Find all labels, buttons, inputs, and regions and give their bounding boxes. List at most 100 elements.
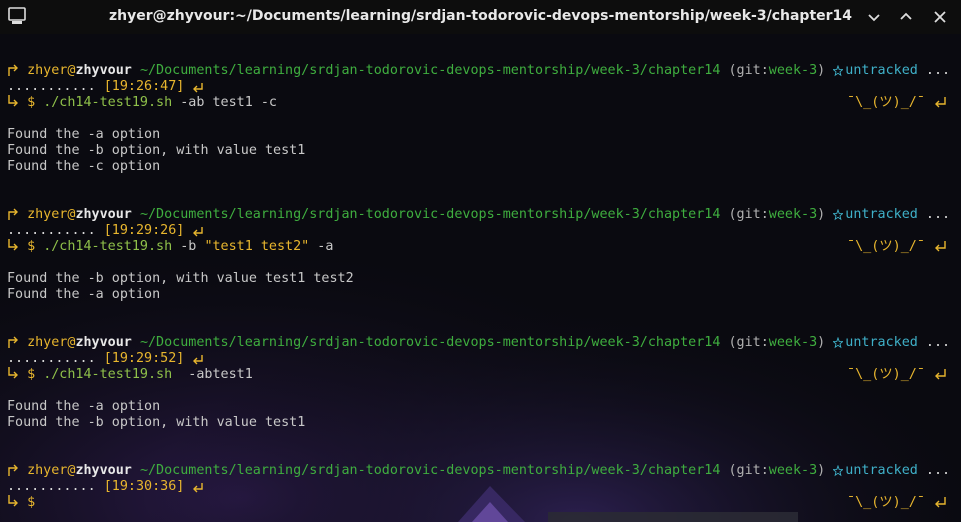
return-left-icon [192,223,204,237]
shrug-text: ¯\_(ツ)_/¯ [847,367,925,382]
corner-down-arrow-icon [7,239,19,253]
prompt-path: ~/Documents/learning/srdjan-todorovic-de… [139,463,721,478]
prompt-user: zhyer [27,463,68,478]
prompt-dots: ........... [7,479,96,494]
maximize-icon[interactable] [898,9,914,25]
command-line[interactable]: $ ¯\_(ツ)_/¯ [7,495,961,511]
corner-arrow-icon [7,335,19,349]
git-status: untracked [845,335,918,350]
prompt-header-line: zhyer@zhyvour ~/Documents/learning/srdja… [7,63,961,79]
prompt-time: [19:26:47] [103,79,185,94]
untracked-star-icon [832,208,845,223]
command-args[interactable]: -ab test1 -c [172,95,277,110]
prompt-dollar: $ [27,367,36,382]
window-title: zhyer@zhyvour:~/Documents/learning/srdja… [108,8,853,24]
prompt-header-line: zhyer@zhyvour ~/Documents/learning/srdja… [7,463,961,479]
prompt-user: zhyer [27,63,68,78]
command-args-after[interactable]: -a [309,239,333,254]
truncation: ... [925,63,951,78]
right-prompt: ¯\_(ツ)_/¯ [847,367,946,383]
prompt-time-line: ........... [19:29:26] [7,223,961,239]
corner-arrow-icon [7,207,19,221]
prompt-host: zhyvour [75,463,132,478]
git-open: (git: [728,335,769,350]
return-left-icon [192,479,204,493]
terminal-output[interactable]: zhyer@zhyvour ~/Documents/learning/srdja… [7,63,961,511]
corner-arrow-icon [7,463,19,477]
shrug-text: ¯\_(ツ)_/¯ [847,239,925,254]
output-line: Found the -a option [7,399,161,414]
enter-icon [933,367,946,381]
right-prompt: ¯\_(ツ)_/¯ [847,495,946,511]
prompt-header-line: zhyer@zhyvour ~/Documents/learning/srdja… [7,207,961,223]
right-prompt: ¯\_(ツ)_/¯ [847,95,946,111]
command-args[interactable]: -b [172,239,204,254]
command-quoted-arg[interactable]: "test1 test2" [204,239,309,254]
command-name[interactable]: ./ch14-test19.sh [43,367,172,382]
untracked-star-icon [832,64,845,79]
git-branch: week-3 [768,335,818,350]
prompt-host: zhyvour [75,63,132,78]
prompt-user: zhyer [27,335,68,350]
prompt-dollar: $ [27,95,36,110]
truncation: ... [925,335,951,350]
prompt-dollar: $ [27,495,36,510]
window-titlebar[interactable]: zhyer@zhyvour:~/Documents/learning/srdja… [0,0,961,34]
git-status: untracked [845,207,918,222]
enter-icon [933,95,946,109]
git-close: ) [817,335,826,350]
prompt-dots: ........... [7,223,96,238]
close-icon[interactable] [932,9,948,25]
git-close: ) [817,63,826,78]
command-line[interactable]: $ ./ch14-test19.sh -abtest1 ¯\_(ツ)_/¯ [7,367,961,383]
command-line[interactable]: $ ./ch14-test19.sh -b "test1 test2" -a ¯\… [7,239,961,255]
git-branch: week-3 [768,463,818,478]
prompt-dots: ........... [7,79,96,94]
prompt-time-line: ........... [19:26:47] [7,79,961,95]
prompt-time: [19:29:52] [103,351,185,366]
output-line: Found the -b option, with value test1 [7,415,306,430]
git-branch: week-3 [768,207,818,222]
output-line: Found the -a option [7,127,161,142]
command-name[interactable]: ./ch14-test19.sh [43,239,172,254]
corner-down-arrow-icon [7,95,19,109]
corner-down-arrow-icon [7,495,19,509]
minimize-icon[interactable] [866,9,882,25]
prompt-host: zhyvour [75,207,132,222]
git-open: (git: [728,63,769,78]
output-line: Found the -b option, with value test1 te… [7,271,354,286]
enter-icon [933,239,946,253]
prompt-time-line: ........... [19:29:52] [7,351,961,367]
command-line[interactable]: $ ./ch14-test19.sh -ab test1 -c ¯\_(ツ)_/¯ [7,95,961,111]
output-line: Found the -a option [7,287,161,302]
git-status: untracked [845,463,918,478]
truncation: ... [925,463,951,478]
truncation: ... [925,207,951,222]
terminal-view[interactable]: zhyer@zhyvour ~/Documents/learning/srdja… [0,34,961,522]
return-left-icon [192,79,204,93]
git-close: ) [817,463,826,478]
command-args[interactable]: -abtest1 [172,367,253,382]
prompt-user: zhyer [27,207,68,222]
prompt-host: zhyvour [75,335,132,350]
git-open: (git: [728,207,769,222]
enter-icon [933,495,946,509]
corner-down-arrow-icon [7,367,19,381]
prompt-path: ~/Documents/learning/srdjan-todorovic-de… [139,335,721,350]
shrug-text: ¯\_(ツ)_/¯ [847,495,925,510]
untracked-star-icon [832,336,845,351]
prompt-time: [19:30:36] [103,479,185,494]
prompt-dollar: $ [27,239,36,254]
prompt-path: ~/Documents/learning/srdjan-todorovic-de… [139,207,721,222]
command-name[interactable]: ./ch14-test19.sh [43,95,172,110]
prompt-header-line: zhyer@zhyvour ~/Documents/learning/srdja… [7,335,961,351]
return-left-icon [192,351,204,365]
prompt-path: ~/Documents/learning/srdjan-todorovic-de… [139,63,721,78]
